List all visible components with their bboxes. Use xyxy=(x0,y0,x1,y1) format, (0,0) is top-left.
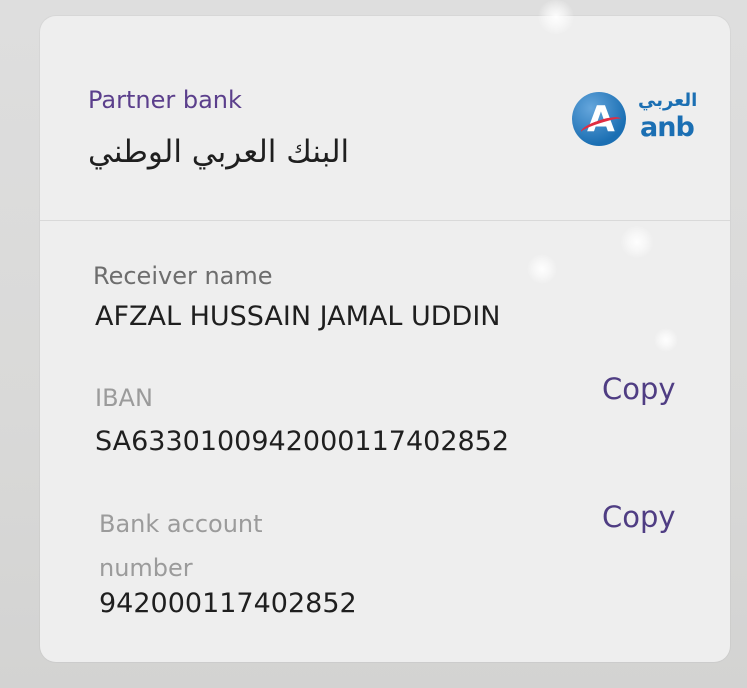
copy-account-button[interactable]: Copy xyxy=(602,500,676,534)
iban-value: SA6330100942000117402852 xyxy=(95,426,510,457)
partner-bank-card: Partner bank البنك العربي الوطني A العرب… xyxy=(40,16,730,662)
bank-account-value: 942000117402852 xyxy=(99,588,357,619)
copy-iban-button[interactable]: Copy xyxy=(602,372,676,406)
bank-account-label: Bank account xyxy=(99,510,263,538)
receiver-name-value: AFZAL HUSSAIN JAMAL UDDIN xyxy=(95,301,501,332)
partner-bank-section: Partner bank البنك العربي الوطني A العرب… xyxy=(40,16,730,221)
anb-logo: A العربي anb xyxy=(570,88,698,152)
receiver-name-label: Receiver name xyxy=(93,262,273,290)
anb-logo-icon: A xyxy=(572,92,626,146)
partner-bank-label: Partner bank xyxy=(88,86,242,114)
bank-name-arabic: البنك العربي الوطني xyxy=(88,134,350,170)
bank-account-label-continued: number xyxy=(99,554,193,582)
iban-label: IBAN xyxy=(95,384,153,412)
anb-logo-english-text: anb xyxy=(640,112,695,143)
anb-logo-arabic-text: العربي xyxy=(638,90,698,111)
